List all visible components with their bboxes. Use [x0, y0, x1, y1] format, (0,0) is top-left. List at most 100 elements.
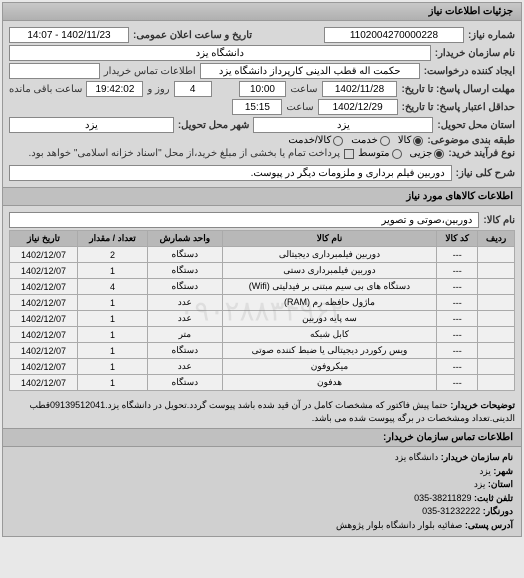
td-name: دوربین فیلمبرداری دیجیتالی [222, 247, 436, 263]
footer-fax: 31232222-035 [422, 506, 480, 516]
footer-prov-label: استان: [488, 479, 513, 489]
td-unit: دستگاه [147, 279, 222, 295]
td-qty: 1 [78, 359, 148, 375]
radio-icon [333, 136, 343, 146]
radio-icon [380, 136, 390, 146]
td-unit: دستگاه [147, 263, 222, 279]
td-code: --- [437, 263, 478, 279]
td-row [478, 343, 515, 359]
process-opt-a: جزیی [410, 148, 433, 159]
td-unit: عدد [147, 295, 222, 311]
th-date: تاریخ نیاز [10, 231, 78, 247]
remaining-time-field: 19:42:02 [86, 81, 143, 97]
table-row: ---دستگاه های بی سیم مبتنی بر فیدلیتی (W… [10, 279, 515, 295]
td-code: --- [437, 311, 478, 327]
budget-radio-group: کالا خدمت کالا/خدمت [288, 135, 423, 146]
min-valid-date-field: 1402/12/29 [318, 99, 398, 115]
th-name: نام کالا [222, 231, 436, 247]
min-valid-time-field: 15:15 [232, 99, 282, 115]
budget-label: طبقه بندی موضوعی: [427, 135, 515, 146]
announce-field: 1402/11/23 - 14:07 [9, 27, 129, 43]
creator-field: حکمت اله قطب الدینی کارپرداز دانشگاه یزد [200, 63, 420, 79]
td-date: 1402/12/07 [10, 247, 78, 263]
budget-radio-both[interactable]: کالا/خدمت [288, 135, 343, 146]
table-row: ---کابل شبکهمتر11402/12/07 [10, 327, 515, 343]
td-row [478, 263, 515, 279]
table-row: ---دوربین فیلمبرداری دیجیتالیدستگاه21402… [10, 247, 515, 263]
th-unit: واحد شمارش [147, 231, 222, 247]
footer-header: اطلاعات تماس سازمان خریدار: [3, 428, 521, 447]
treasury-checkbox[interactable] [344, 149, 354, 159]
footer-addr-label: آدرس پستی: [465, 520, 513, 530]
budget-radio-kala[interactable]: کالا [398, 135, 424, 146]
panel-header: جزئیات اطلاعات نیاز [3, 3, 521, 21]
th-code: کد کالا [437, 231, 478, 247]
footer-city-label: شهر: [493, 466, 513, 476]
note-text: حتما پیش فاکتور که مشخصات کامل در آن قید… [30, 400, 515, 423]
deadline-label: مهلت ارسال پاسخ: تا تاریخ: [401, 84, 515, 95]
td-row [478, 327, 515, 343]
td-qty: 1 [78, 311, 148, 327]
td-code: --- [437, 359, 478, 375]
footer-org-label: نام سازمان خریدار: [441, 452, 513, 462]
table-row: ---ماژول حافظه رم (RAM)عدد11402/12/07 [10, 295, 515, 311]
td-date: 1402/12/07 [10, 311, 78, 327]
td-name: کابل شبکه [222, 327, 436, 343]
td-name: دستگاه های بی سیم مبتنی بر فیدلیتی (Wifi… [222, 279, 436, 295]
process-note: پرداخت تمام یا بخشی از مبلغ خرید،از محل … [28, 148, 340, 159]
budget-radio-khadamat[interactable]: خدمت [351, 135, 390, 146]
remaining-suffix: ساعت باقی مانده [9, 84, 82, 95]
footer-org: دانشگاه یزد [395, 452, 438, 462]
process-radio-a[interactable]: جزیی [410, 148, 445, 159]
td-date: 1402/12/07 [10, 295, 78, 311]
td-unit: دستگاه [147, 343, 222, 359]
delivery-city-field: یزد [9, 117, 174, 133]
td-date: 1402/12/07 [10, 279, 78, 295]
td-name: ماژول حافظه رم (RAM) [222, 295, 436, 311]
deadline-date-field: 1402/11/28 [322, 81, 398, 97]
footer-prov: یزد [474, 479, 485, 489]
process-radio-b[interactable]: متوسط [358, 148, 401, 159]
footer-fax-label: دورنگار: [483, 506, 513, 516]
td-unit: عدد [147, 311, 222, 327]
td-unit: دستگاه [147, 375, 222, 391]
td-name: هدفون [222, 375, 436, 391]
td-qty: 2 [78, 247, 148, 263]
td-unit: دستگاه [147, 247, 222, 263]
td-name: دوربین فیلمبرداری دستی [222, 263, 436, 279]
table-row: ---دوربین فیلمبرداری دستیدستگاه11402/12/… [10, 263, 515, 279]
td-qty: 1 [78, 263, 148, 279]
desc-label: شرح کلی نیاز: [456, 168, 515, 179]
time-label-1: ساعت [290, 84, 317, 95]
delivery-city-label: شهر محل تحویل: [178, 120, 250, 131]
td-date: 1402/12/07 [10, 327, 78, 343]
table-row: ---ویس رکوردر دیجیتالی یا ضبط کننده صوتی… [10, 343, 515, 359]
td-date: 1402/12/07 [10, 343, 78, 359]
items-name-label: نام کالا: [483, 215, 515, 226]
contact-field [9, 63, 100, 79]
req-no-label: شماره نیاز: [468, 30, 515, 41]
table-row: ---سه پایه دوربینعدد11402/12/07 [10, 311, 515, 327]
td-row [478, 247, 515, 263]
budget-opt-a: کالا [398, 135, 412, 146]
td-code: --- [437, 327, 478, 343]
td-date: 1402/12/07 [10, 359, 78, 375]
td-qty: 1 [78, 343, 148, 359]
td-row [478, 359, 515, 375]
th-qty: تعداد / مقدار [78, 231, 148, 247]
buyer-name-label: نام سازمان خریدار: [435, 48, 515, 59]
creator-label: ایجاد کننده درخواست: [424, 66, 515, 77]
delivery-prov-field: یزد [253, 117, 433, 133]
desc-field: دوربین فیلم برداری و ملزومات دیگر در پیو… [9, 165, 452, 181]
td-code: --- [437, 343, 478, 359]
budget-opt-b: خدمت [351, 135, 378, 146]
table-row: ---هدفوندستگاه11402/12/07 [10, 375, 515, 391]
td-name: ویس رکوردر دیجیتالی یا ضبط کننده صوتی [222, 343, 436, 359]
td-qty: 1 [78, 295, 148, 311]
items-header: اطلاعات کالاهای مورد نیاز [3, 187, 521, 206]
td-unit: عدد [147, 359, 222, 375]
time-label-2: ساعت [286, 102, 313, 113]
table-row: ---میکروفونعدد11402/12/07 [10, 359, 515, 375]
process-label: نوع فرآیند خرید: [448, 148, 515, 159]
delivery-prov-label: استان محل تحویل: [437, 120, 515, 131]
